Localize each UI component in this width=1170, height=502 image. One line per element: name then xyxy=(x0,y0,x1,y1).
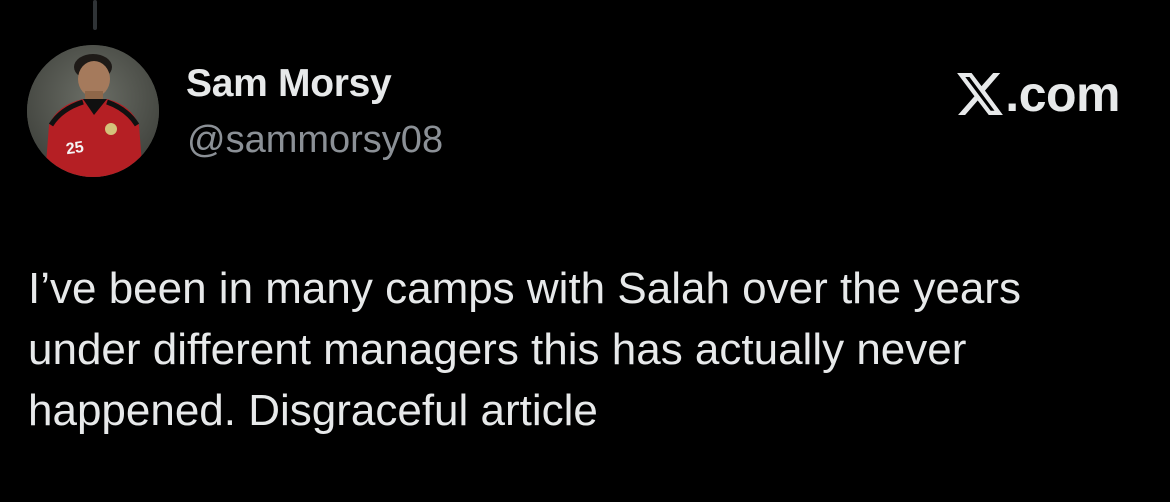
avatar[interactable]: 25 xyxy=(27,45,159,177)
avatar-photo: 25 xyxy=(27,45,159,177)
tweet-text: I’ve been in many camps with Salah over … xyxy=(28,264,1021,435)
brand-domain-text: .com xyxy=(1005,66,1120,122)
author-display-name[interactable]: Sam Morsy xyxy=(186,62,392,106)
brand-watermark: .com xyxy=(957,64,1120,124)
author-handle[interactable]: @sammorsy08 xyxy=(187,119,443,162)
x-logo-icon xyxy=(957,73,1004,115)
jersey-number: 25 xyxy=(65,139,85,158)
thread-connector-line xyxy=(93,0,97,30)
